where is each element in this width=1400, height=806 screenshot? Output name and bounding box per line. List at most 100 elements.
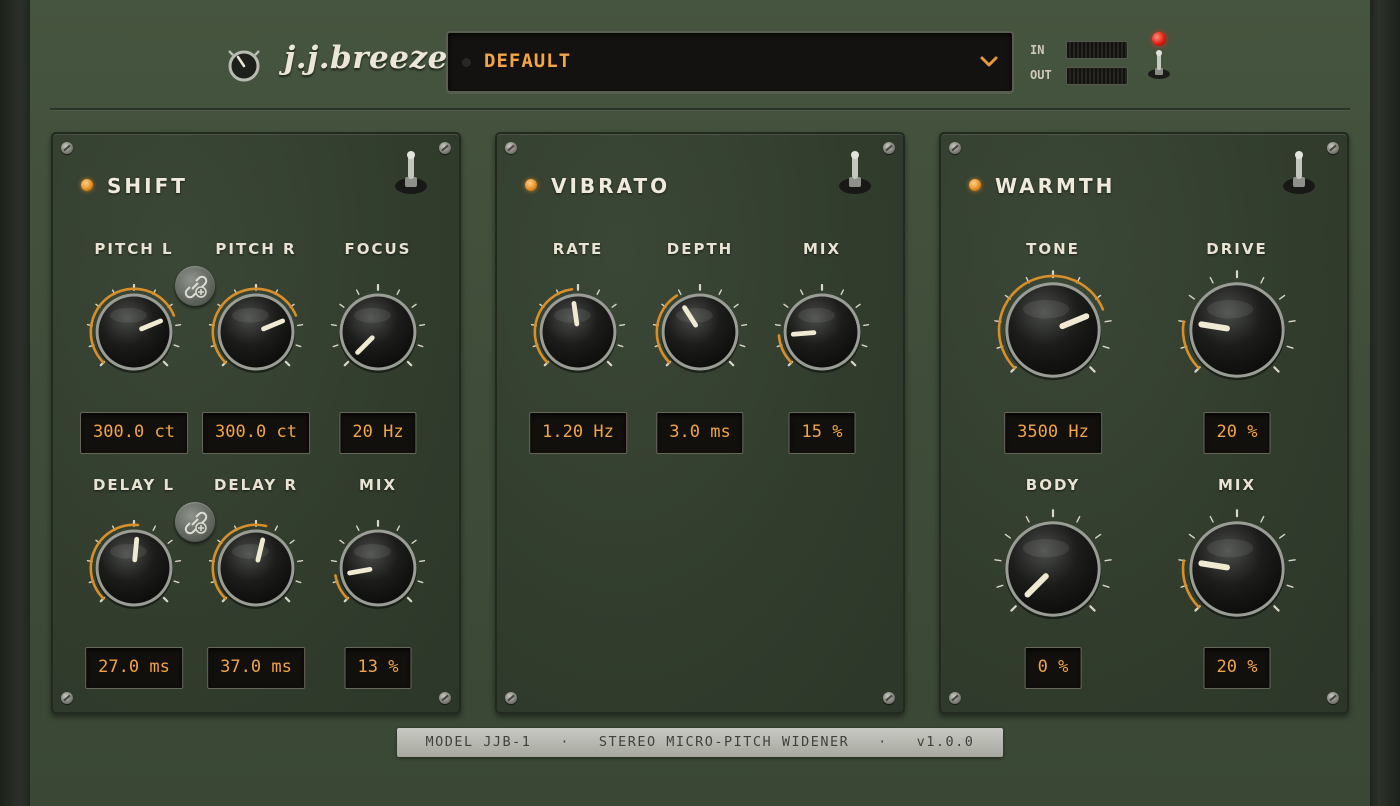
power-toggle-switch[interactable] [1146, 48, 1172, 80]
knob-tick [718, 289, 723, 296]
knob-tick [339, 303, 345, 308]
screw [61, 692, 73, 704]
output-meter-label: OUT [1030, 68, 1052, 82]
knob-indicator [1198, 560, 1230, 571]
knob-tick [1279, 533, 1286, 539]
knob-tick [994, 559, 1002, 562]
knob-tick [1089, 366, 1096, 373]
delay-link-button[interactable] [175, 502, 215, 542]
focus-readout[interactable]: 20 Hz [339, 412, 417, 454]
knob-tick [996, 584, 1004, 588]
drive-knob[interactable] [1177, 270, 1297, 390]
vibrato-mix-readout[interactable]: 15 % [788, 412, 856, 454]
link-icon [184, 275, 208, 299]
screw [61, 142, 73, 154]
knob-tick [1004, 533, 1011, 539]
knob-tick [284, 360, 291, 367]
knob-tick [297, 559, 304, 563]
preset-name: DEFAULT [484, 50, 572, 72]
body-knob[interactable] [993, 509, 1113, 629]
header-divider [50, 108, 1350, 110]
knob-tick [173, 344, 180, 348]
shift-panel: SHIFT PITCH L 300.0 ct PITCH R 300.0 ct … [51, 132, 461, 714]
pitch-r-readout[interactable]: 300.0 ct [202, 412, 310, 454]
rate-knob[interactable] [530, 284, 626, 380]
depth-knob[interactable] [652, 284, 748, 380]
knob-tick [1102, 345, 1110, 349]
pitch-l-readout[interactable]: 300.0 ct [80, 412, 188, 454]
drive-readout[interactable]: 20 % [1203, 412, 1271, 454]
focus-label: FOCUS [344, 240, 412, 258]
knob-tick [167, 539, 173, 544]
shift-bypass-toggle[interactable] [393, 150, 429, 196]
knob-tick [295, 580, 302, 584]
vibrato-panel: VIBRATO RATE 1.20 Hz DEPTH 3.0 ms MIX 15… [495, 132, 905, 714]
power-led [1152, 32, 1166, 46]
knob-tick [1188, 294, 1195, 300]
delay-r-label: DELAY R [213, 476, 299, 494]
knob-tick [173, 580, 180, 584]
vibrato-bypass-toggle[interactable] [837, 150, 873, 196]
pitch-r-knob[interactable] [208, 284, 304, 380]
knob-tick [396, 289, 401, 296]
input-level-meter [1066, 41, 1128, 59]
warmth-bypass-toggle[interactable] [1281, 150, 1317, 196]
knob-tick [355, 289, 360, 296]
plugin-window: j.j.breeze DEFAULT IN OUT SHIFT PITCH L [0, 0, 1400, 806]
knob-tick [339, 539, 345, 544]
knob-tick [355, 525, 360, 532]
knob-tick [774, 323, 781, 327]
delay-r-readout[interactable]: 37.0 ms [207, 647, 305, 689]
warmth-active-led [969, 179, 981, 191]
pitch-r-label: PITCH R [215, 240, 297, 258]
screw [505, 142, 517, 154]
delay-l-knob[interactable] [86, 520, 182, 616]
warmth-mix-knob[interactable] [1177, 509, 1297, 629]
focus-knob[interactable] [330, 284, 426, 380]
warmth-mix-label: MIX [1217, 476, 1257, 494]
depth-readout[interactable]: 3.0 ms [656, 412, 744, 454]
tone-knob[interactable] [993, 270, 1113, 390]
knob-tick [799, 289, 804, 296]
drive-label: DRIVE [1206, 240, 1268, 258]
shift-mix-readout[interactable]: 13 % [344, 647, 412, 689]
knob-tick [1260, 515, 1265, 523]
preset-selector[interactable]: DEFAULT [446, 31, 1014, 93]
model-info-plate: MODEL JJB-1 · STEREO MICRO-PITCH WIDENER… [397, 728, 1003, 757]
version-label: v1.0.0 [916, 734, 975, 750]
pitch-link-button[interactable] [175, 266, 215, 306]
knob-tick [162, 360, 169, 367]
body-label: BODY [1025, 476, 1081, 494]
knob-tick [289, 539, 295, 544]
tone-readout[interactable]: 3500 Hz [1004, 412, 1102, 454]
pitch-l-knob[interactable] [86, 284, 182, 380]
knob-tick [332, 344, 339, 348]
output-level-meter [1066, 67, 1128, 85]
rate-readout[interactable]: 1.20 Hz [529, 412, 627, 454]
knob-tick [1209, 276, 1214, 284]
tone-label: TONE [1026, 240, 1080, 258]
screw [883, 142, 895, 154]
knob-tick [677, 289, 682, 296]
delay-l-readout[interactable]: 27.0 ms [85, 647, 183, 689]
knob-tick [295, 344, 302, 348]
knob-tick [855, 303, 861, 308]
knob-tick [417, 344, 424, 348]
delay-r-knob[interactable] [208, 520, 304, 616]
body-readout[interactable]: 0 % [1024, 647, 1082, 689]
knob-tick [783, 303, 789, 308]
screw [439, 692, 451, 704]
shift-mix-label: MIX [358, 476, 398, 494]
knob-tick [411, 539, 417, 544]
input-meter-label: IN [1030, 43, 1045, 57]
screw [883, 692, 895, 704]
knob-tick [274, 525, 279, 532]
knob-tick [863, 323, 870, 327]
shift-mix-knob[interactable] [330, 520, 426, 616]
knob-tick [1288, 559, 1296, 562]
knob-indicator [132, 536, 140, 563]
shift-active-led [81, 179, 93, 191]
warmth-mix-readout[interactable]: 20 % [1203, 647, 1271, 689]
vibrato-mix-knob[interactable] [774, 284, 870, 380]
screw [439, 142, 451, 154]
